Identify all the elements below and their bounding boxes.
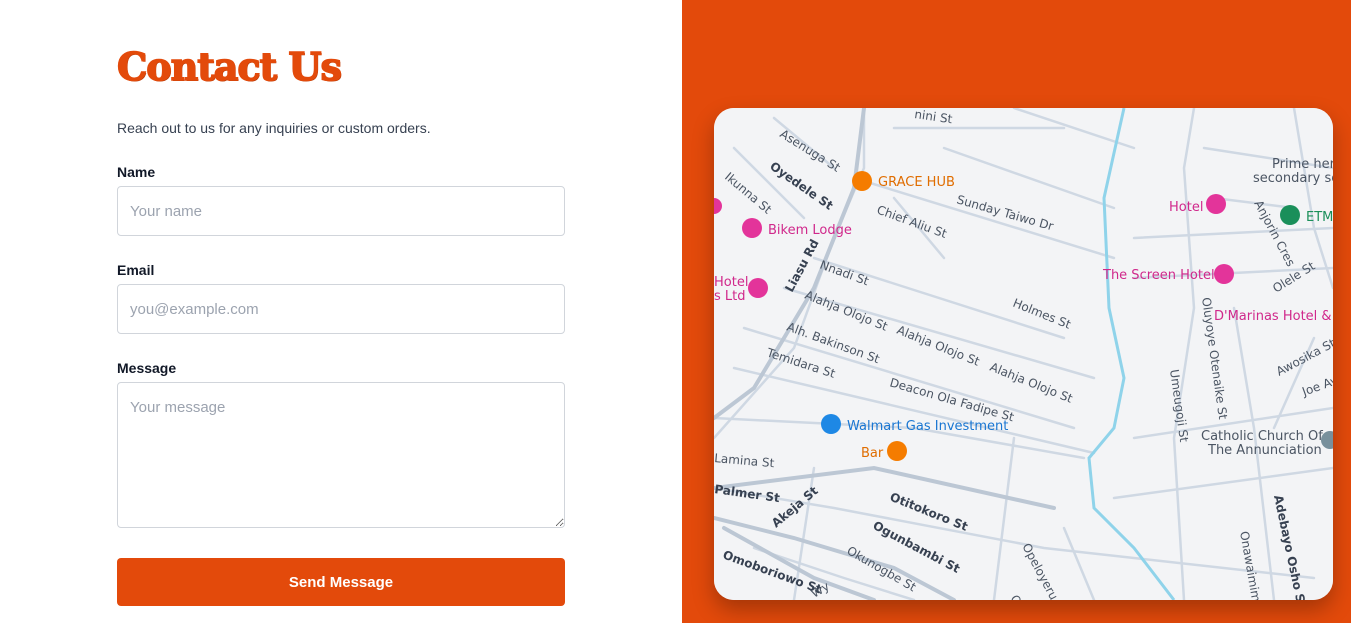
svg-text:GRACE HUB: GRACE HUB (878, 175, 955, 190)
message-textarea[interactable] (117, 382, 565, 528)
send-message-button[interactable]: Send Message (117, 558, 565, 606)
name-label: Name (117, 164, 156, 180)
svg-text:secondary sc: secondary sc (1253, 171, 1333, 186)
svg-text:Walmart Gas Investment: Walmart Gas Investment (847, 419, 1008, 434)
name-input[interactable] (117, 186, 565, 236)
message-label: Message (117, 360, 177, 376)
place-icon[interactable] (1280, 205, 1300, 225)
svg-text:Catholic Church Of: Catholic Church Of (1201, 429, 1323, 444)
svg-text:Bar: Bar (861, 446, 884, 461)
email-label: Email (117, 262, 155, 278)
svg-text:The Annunciation: The Annunciation (1207, 443, 1322, 458)
hotel-icon[interactable] (1214, 264, 1234, 284)
map-panel: nini St Asenuga St Oyedele St Ikunna St … (682, 0, 1351, 623)
email-input[interactable] (117, 284, 565, 334)
shopping-icon[interactable] (821, 414, 841, 434)
bar-icon[interactable] (852, 171, 872, 191)
svg-text:Prime her: Prime her (1272, 157, 1333, 172)
page-subtitle: Reach out to us for any inquiries or cus… (117, 120, 431, 136)
map[interactable]: nini St Asenuga St Oyedele St Ikunna St … (714, 108, 1333, 600)
svg-text:D'Marinas Hotel & S: D'Marinas Hotel & S (1214, 309, 1333, 324)
svg-text:s Ltd: s Ltd (714, 289, 746, 304)
svg-text:Hotel: Hotel (714, 275, 748, 290)
svg-text:The Screen Hotel: The Screen Hotel (1102, 268, 1215, 283)
map-canvas[interactable]: nini St Asenuga St Oyedele St Ikunna St … (714, 108, 1333, 600)
svg-text:ETM: ETM (1306, 210, 1333, 225)
bar-icon[interactable] (887, 441, 907, 461)
hotel-icon[interactable] (1206, 194, 1226, 214)
contact-panel: Contact Us Reach out to us for any inqui… (0, 0, 682, 623)
svg-text:Bikem Lodge: Bikem Lodge (768, 223, 852, 238)
page-title: Contact Us (116, 43, 342, 90)
hotel-icon[interactable] (748, 278, 768, 298)
svg-text:Hotel: Hotel (1169, 200, 1203, 215)
hotel-icon[interactable] (742, 218, 762, 238)
